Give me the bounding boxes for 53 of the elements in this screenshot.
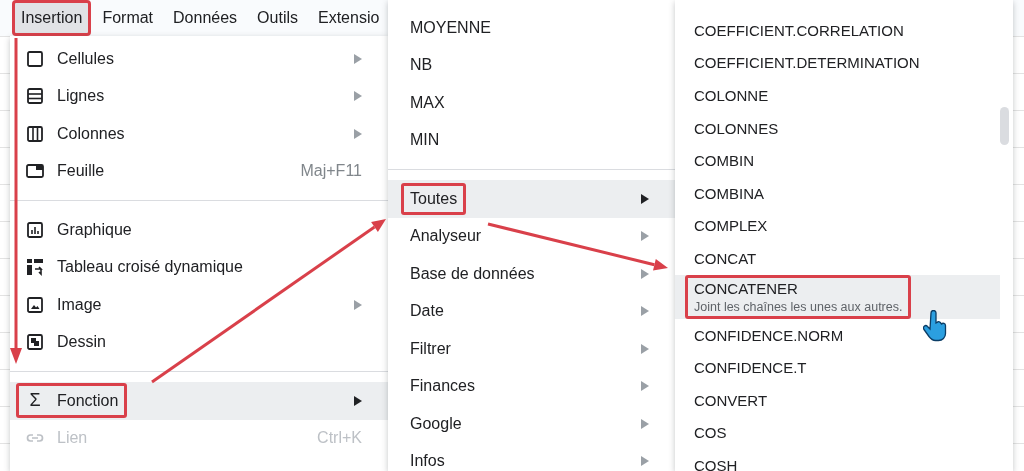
menu-item[interactable]: CONVERT (675, 383, 1000, 417)
menu-item[interactable]: COMBIN (675, 144, 1000, 177)
menu-item[interactable]: COSH (675, 449, 1000, 471)
columns-icon (25, 123, 45, 144)
menu-bar-item[interactable]: Insertion (12, 0, 92, 36)
pivot-table-icon (25, 257, 45, 278)
menu-item[interactable]: COMPLEX (675, 209, 1000, 243)
shortcut-text: Maj+F11 (300, 162, 362, 181)
cell-icon (25, 48, 45, 69)
menu-item[interactable]: COLONNE (675, 79, 1000, 112)
menu-item[interactable]: MAX (388, 84, 675, 122)
menu-item[interactable]: COMBINA (675, 176, 1000, 210)
menu-item[interactable]: Lignes (10, 77, 388, 115)
menu-item[interactable]: Feuille Maj+F11 (10, 152, 388, 190)
menu-bar-item[interactable]: Outils (248, 0, 307, 36)
menu-item[interactable]: COLONNES (675, 111, 1000, 145)
menu-bar-item[interactable]: Extensio (309, 0, 389, 36)
menu-item[interactable]: Dessin (10, 323, 388, 361)
menu-item[interactable]: Tableau croisé dynamique (10, 248, 388, 286)
menu-item[interactable]: COEFFICIENT.CORRELATION (675, 14, 1000, 47)
menu-bar-item[interactable]: Données (164, 0, 247, 36)
function-description: Joint les chaînes les unes aux autres. (694, 299, 903, 314)
menu-item[interactable]: Date (388, 292, 675, 330)
sigma-icon: Σ (25, 390, 45, 412)
image-icon (25, 294, 45, 315)
menu-item[interactable]: COEFFICIENT.DETERMINATION (675, 46, 1000, 80)
chart-icon (25, 219, 45, 240)
menu-item[interactable]: CONCAT (675, 242, 1000, 275)
menu-item[interactable]: Finances (388, 367, 675, 405)
menu-item[interactable]: Toutes (388, 180, 675, 218)
menu-item[interactable]: Analyseur (388, 217, 675, 255)
menu-item[interactable]: Σ Fonction (10, 382, 388, 420)
rows-icon (25, 86, 45, 107)
menu-item[interactable]: CONCATENER Joint les chaînes les unes aux autres. (675, 274, 1000, 319)
shortcut-text: Ctrl+K (317, 429, 362, 448)
menu-item[interactable]: NB (388, 46, 675, 84)
menu-item[interactable]: MOYENNE (388, 9, 675, 47)
menu-item[interactable]: Graphique (10, 211, 388, 249)
menu-item[interactable]: Colonnes (10, 115, 388, 153)
menu-item[interactable]: Infos (388, 442, 675, 471)
menu-item[interactable]: Filtrer (388, 330, 675, 368)
drawing-icon (25, 332, 45, 353)
menu-item[interactable]: Google (388, 405, 675, 443)
hand-pointer-icon (923, 310, 949, 342)
menu-item[interactable]: CONFIDENCE.NORM (675, 318, 1000, 352)
menu-bar-item[interactable]: Format (93, 0, 163, 36)
menu-item[interactable]: COS (675, 416, 1000, 450)
menu-item[interactable]: MIN (388, 121, 675, 159)
scrollbar-thumb[interactable] (1000, 107, 1009, 145)
menu-item[interactable]: Cellules (10, 40, 388, 78)
menu-item[interactable]: CONFIDENCE.T (675, 351, 1000, 384)
menu-item[interactable]: Image (10, 286, 388, 324)
menu-item[interactable]: Base de données (388, 255, 675, 293)
